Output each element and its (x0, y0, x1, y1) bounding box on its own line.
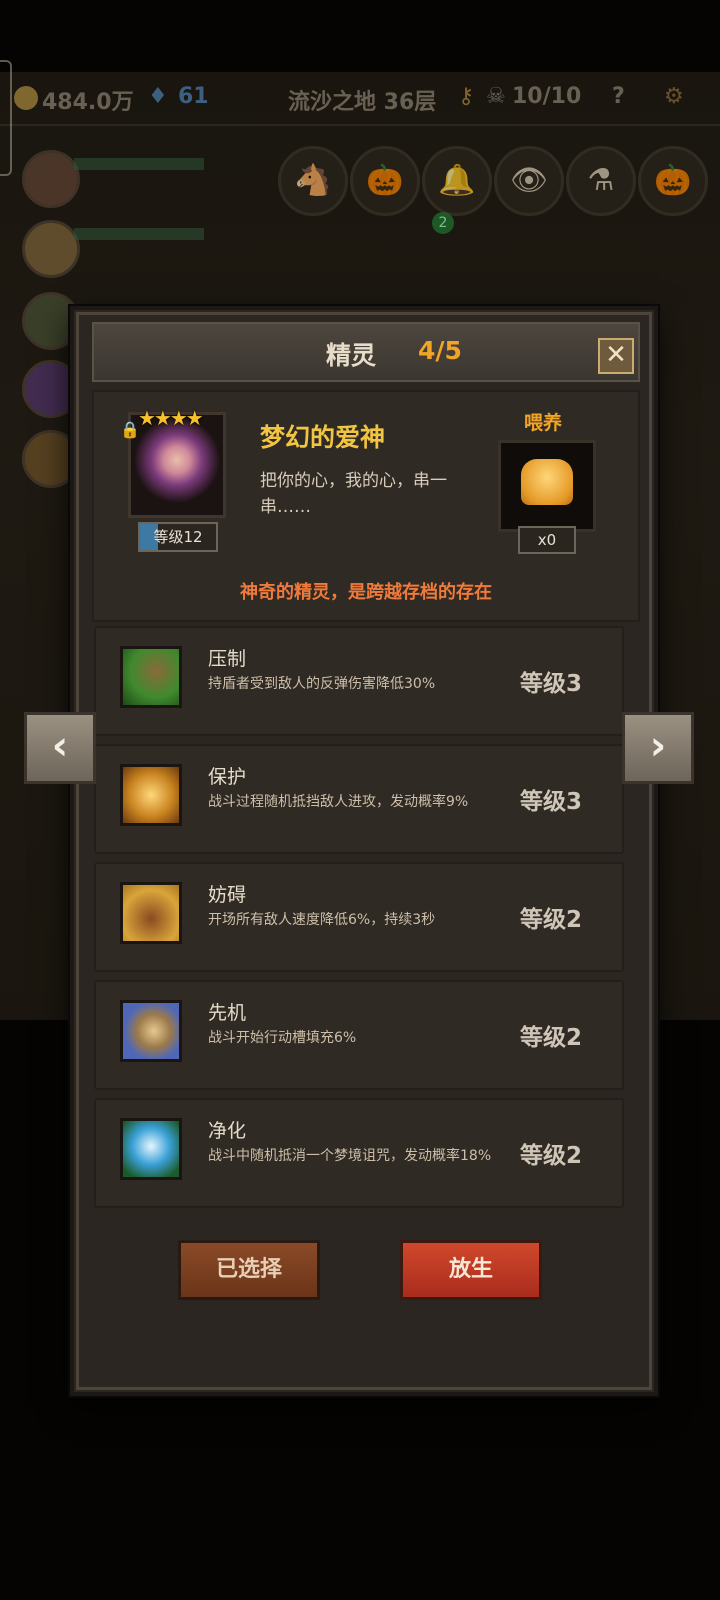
skill-level: 等级2 (520, 1025, 583, 1051)
feed-slot[interactable] (498, 440, 596, 532)
skill-name: 先机 (208, 1002, 247, 1024)
gold-coin-icon (14, 86, 38, 110)
pumpkin-icon[interactable]: 🎃 (350, 146, 420, 216)
skill-row[interactable]: 先机 战斗开始行动槽填充6% 等级2 (94, 980, 624, 1090)
leopard-icon (120, 1000, 182, 1062)
pet-name: 梦幻的爱神 (260, 423, 386, 452)
hero-portrait-2[interactable] (22, 220, 80, 278)
skill-description: 战斗过程随机抵挡敌人进攻，发动概率9% (208, 794, 469, 810)
gem-icon: ♦ (148, 84, 168, 109)
horse-icon[interactable]: 🐴 (278, 146, 348, 216)
feed-label: 喂养 (524, 412, 563, 434)
lock-icon[interactable]: 🔒 (120, 420, 140, 439)
pumpkin-icon[interactable]: 🎃 (638, 146, 708, 216)
help-icon[interactable]: ? (612, 84, 625, 109)
selected-button[interactable]: 已选择 (178, 1240, 320, 1300)
feed-count: x0 (518, 526, 576, 554)
pet-stars: ★★★★ (138, 406, 204, 430)
skill-row[interactable]: 保护 战斗过程随机抵挡敌人进攻，发动概率9% 等级3 (94, 744, 624, 854)
skill-row[interactable]: 压制 持盾者受到敌人的反弹伤害降低30% 等级3 (94, 626, 624, 736)
skill-name: 压制 (208, 648, 247, 670)
pet-level-badge: 等级12 (138, 522, 218, 552)
skill-level: 等级3 (520, 671, 583, 697)
skill-description: 持盾者受到敌人的反弹伤害降低30% (208, 676, 436, 692)
chained-boot-icon (120, 882, 182, 944)
hero-portrait-1[interactable] (22, 150, 80, 208)
flower-icon (120, 1118, 182, 1180)
pet-info-panel: ★★★★ 🔒 等级12 梦幻的爱神 把你的心，我的心，串一串…… 喂养 x0 神… (92, 390, 640, 622)
skill-description: 开场所有敌人速度降低6%，持续3秒 (208, 912, 436, 928)
hero-hp-bar-2 (74, 228, 204, 240)
key-icon: ⚷ (458, 84, 475, 109)
skill-row[interactable]: 净化 战斗中随机抵消一个梦境诅咒，发动概率18% 等级2 (94, 1098, 624, 1208)
skull-count: 10/10 (512, 84, 582, 109)
location-title: 流沙之地 36层 (288, 90, 437, 115)
notification-badge: 2 (432, 212, 454, 234)
release-button[interactable]: 放生 (400, 1240, 542, 1300)
dialog-header: 精灵 4/5 ✕ (92, 322, 640, 382)
skill-name: 保护 (208, 766, 247, 788)
pet-description: 把你的心，我的心，串一串…… (260, 471, 447, 517)
hero-hp-bar-1 (74, 158, 204, 170)
shield-spirit-icon (120, 764, 182, 826)
close-button[interactable]: ✕ (598, 338, 634, 374)
skull-icon: ☠ (486, 84, 506, 109)
settings-gear-icon[interactable]: ⚙ (664, 84, 684, 109)
pet-dialog: 精灵 4/5 ✕ ★★★★ 🔒 等级12 梦幻的爱神 把你的心，我的心，串一串…… (70, 306, 658, 1396)
side-tab[interactable] (0, 60, 12, 176)
skill-level: 等级2 (520, 907, 583, 933)
skill-name: 净化 (208, 1120, 247, 1142)
skill-level: 等级2 (520, 1143, 583, 1169)
skill-row[interactable]: 妨碍 开场所有敌人速度降低6%，持续3秒 等级2 (94, 862, 624, 972)
pet-tagline: 神奇的精灵，是跨越存档的存在 (240, 582, 492, 603)
skill-description: 战斗中随机抵消一个梦境诅咒，发动概率18% (208, 1148, 492, 1164)
dialog-title: 精灵 (326, 341, 377, 370)
next-pet-button[interactable]: › (622, 712, 694, 784)
prev-pet-button[interactable]: ‹ (24, 712, 96, 784)
skill-description: 战斗开始行动槽填充6% (208, 1030, 357, 1046)
bell-icon[interactable]: 🔔 (422, 146, 492, 216)
pet-count: 4/5 (418, 336, 462, 365)
eye-icon[interactable]: 👁 (494, 146, 564, 216)
potion-icon[interactable]: ⚗ (566, 146, 636, 216)
bread-icon (521, 459, 573, 505)
gem-count: 61 (178, 84, 209, 109)
skill-name: 妨碍 (208, 884, 247, 906)
gold-amount: 484.0万 (42, 90, 134, 115)
claw-icon (120, 646, 182, 708)
skill-level: 等级3 (520, 789, 583, 815)
